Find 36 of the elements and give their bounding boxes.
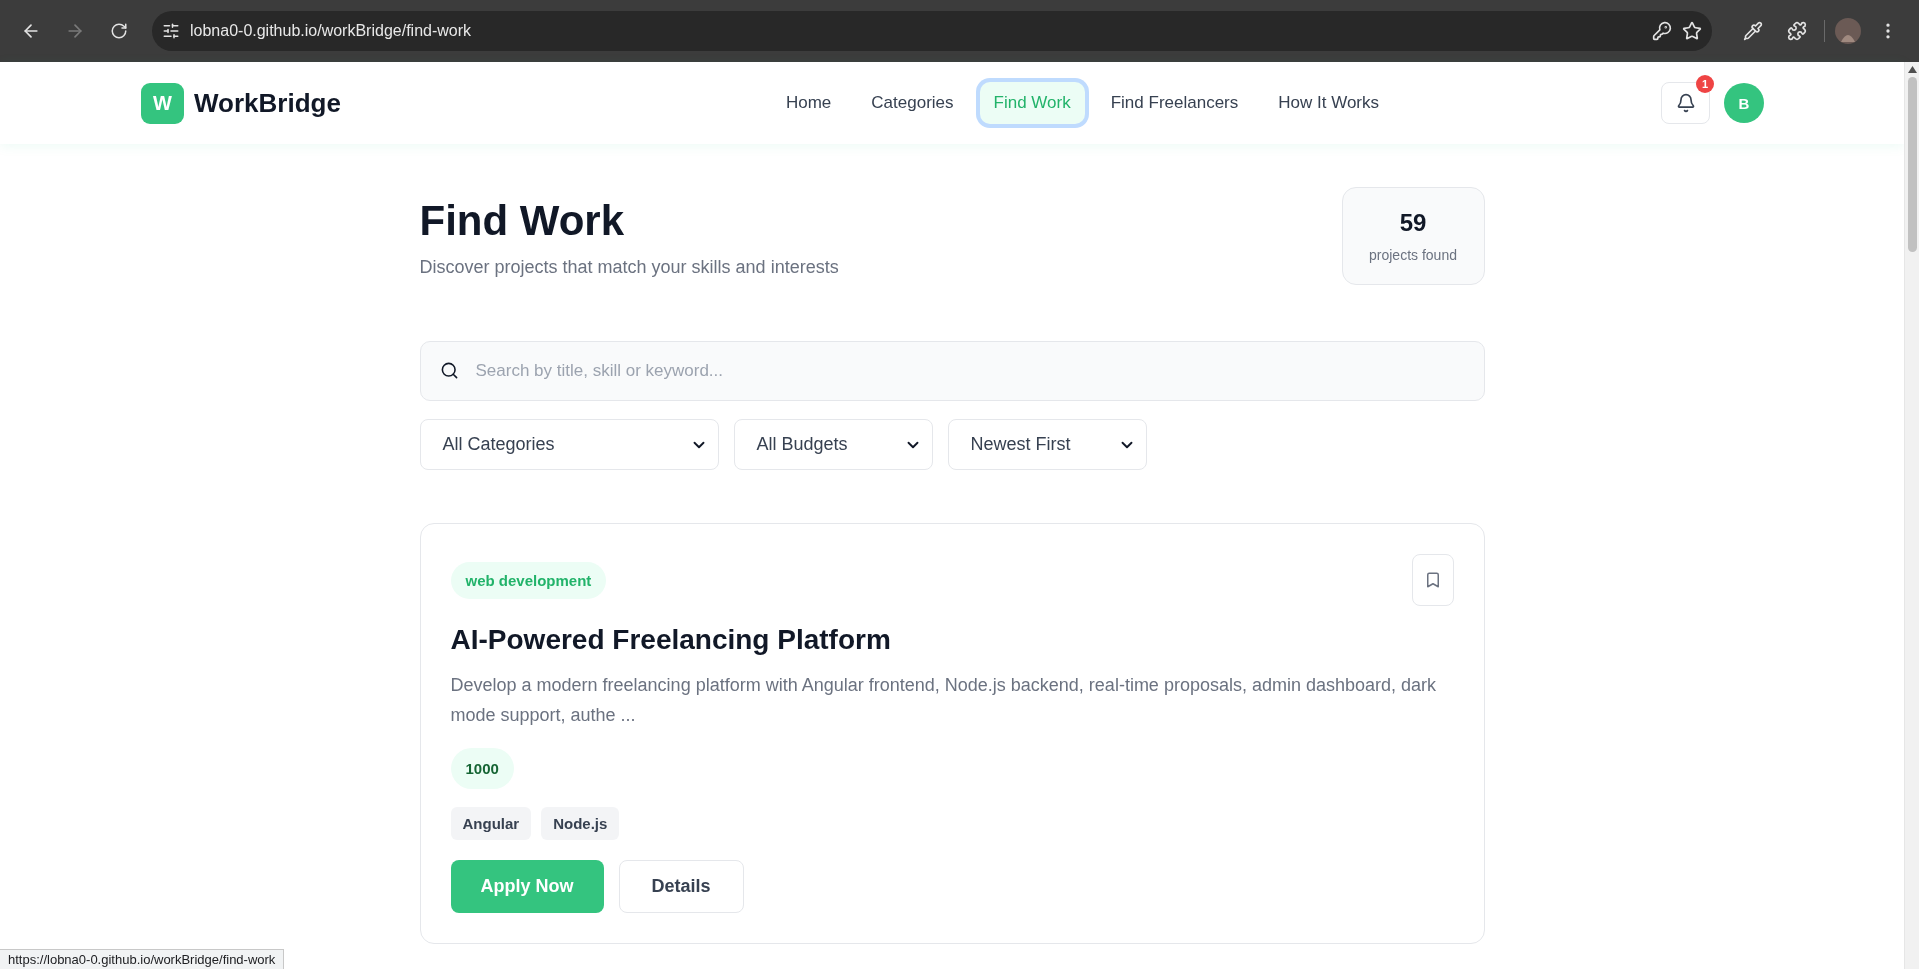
status-link-preview: https://lobna0-0.github.io/workBridge/find-work [0, 949, 285, 969]
nav-link[interactable]: Find Freelancers [1096, 82, 1253, 124]
notification-badge: 1 [1696, 75, 1714, 93]
project-description: Develop a modern freelancing platform with Angular frontend, Node.js backend, real-time proposals, admin dashboard, dark mode support, authe ... [450, 674, 1438, 727]
filter-dropdown[interactable]: All Categories [419, 419, 719, 470]
project-count: 59 [1399, 209, 1427, 237]
bell-icon [1675, 93, 1696, 113]
project-title: AI-Powered Freelancing Platform [450, 624, 892, 656]
scroll-up-icon[interactable] [1907, 66, 1917, 73]
filter-dropdown[interactable]: Newest First [947, 419, 1147, 470]
address-bar[interactable]: lobna0-0.github.io/workBridge/find-work [152, 11, 1712, 51]
page-subtitle: Discover projects that match your skills and interests [419, 257, 839, 278]
details-button[interactable]: Details [618, 860, 744, 913]
nav-link[interactable]: Home [771, 82, 846, 124]
brand-name[interactable]: WorkBridge [194, 87, 341, 119]
profile-avatar-icon[interactable] [1835, 18, 1861, 44]
skill-tag: Angular [450, 807, 532, 840]
budget-tag: 1000 [450, 748, 514, 789]
nav-link[interactable]: Categories [857, 82, 968, 124]
page-title: Find Work [419, 197, 626, 245]
category-tag: web development [450, 562, 607, 599]
url-text: lobna0-0.github.io/workBridge/find-work [190, 22, 473, 40]
scrollbar[interactable] [1904, 62, 1919, 969]
nav-link[interactable]: How It Works [1264, 82, 1394, 124]
skill-tag: Node.js [541, 807, 620, 840]
reload-icon [110, 22, 128, 40]
bookmark-star-icon[interactable] [1682, 21, 1702, 41]
filter-dropdown[interactable]: All Budgets [733, 419, 933, 470]
key-icon[interactable] [1652, 21, 1672, 41]
search-icon [439, 361, 459, 380]
notifications-button[interactable] [1661, 82, 1710, 124]
count-label: projects found [1369, 247, 1457, 263]
search-field[interactable]: Search by title, skill or keyword... [419, 341, 1485, 401]
scrollbar-thumb[interactable] [1907, 77, 1917, 252]
site-settings-icon[interactable] [162, 22, 180, 40]
bookmark-button[interactable] [1411, 554, 1454, 606]
